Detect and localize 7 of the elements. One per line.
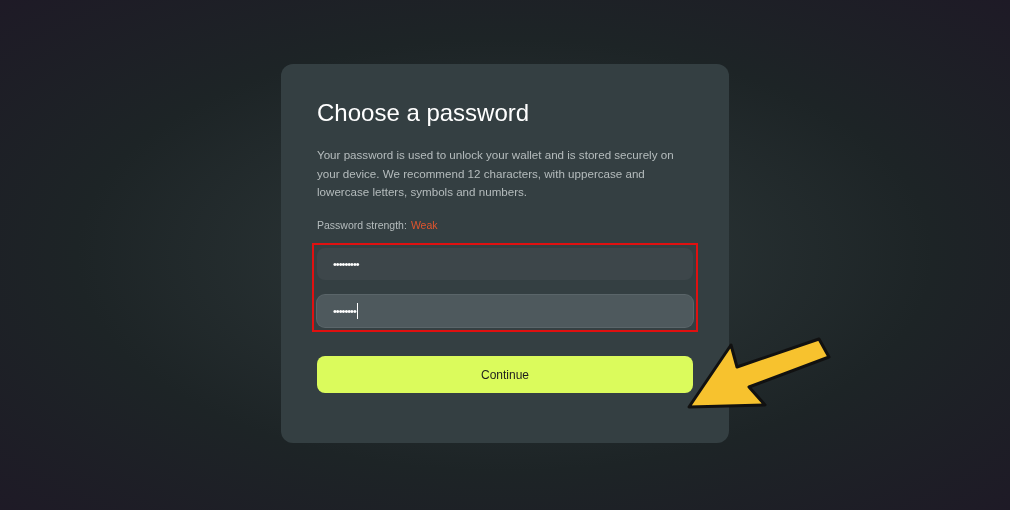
strength-value: Weak [410, 217, 438, 233]
strength-label: Password strength: [317, 217, 407, 233]
password-field[interactable]: ••••••••• [317, 248, 693, 281]
password-field[interactable]: •••••••• [317, 295, 693, 328]
description-text: Your password is used to unlock your wallet and is stored securely on your device. We recommend 12 characters, with uppercase and lowercase letters, symbols and numbers. [317, 147, 675, 200]
continue-button[interactable]: Continue [317, 356, 693, 394]
dialog-title: Choose a password [317, 98, 531, 128]
